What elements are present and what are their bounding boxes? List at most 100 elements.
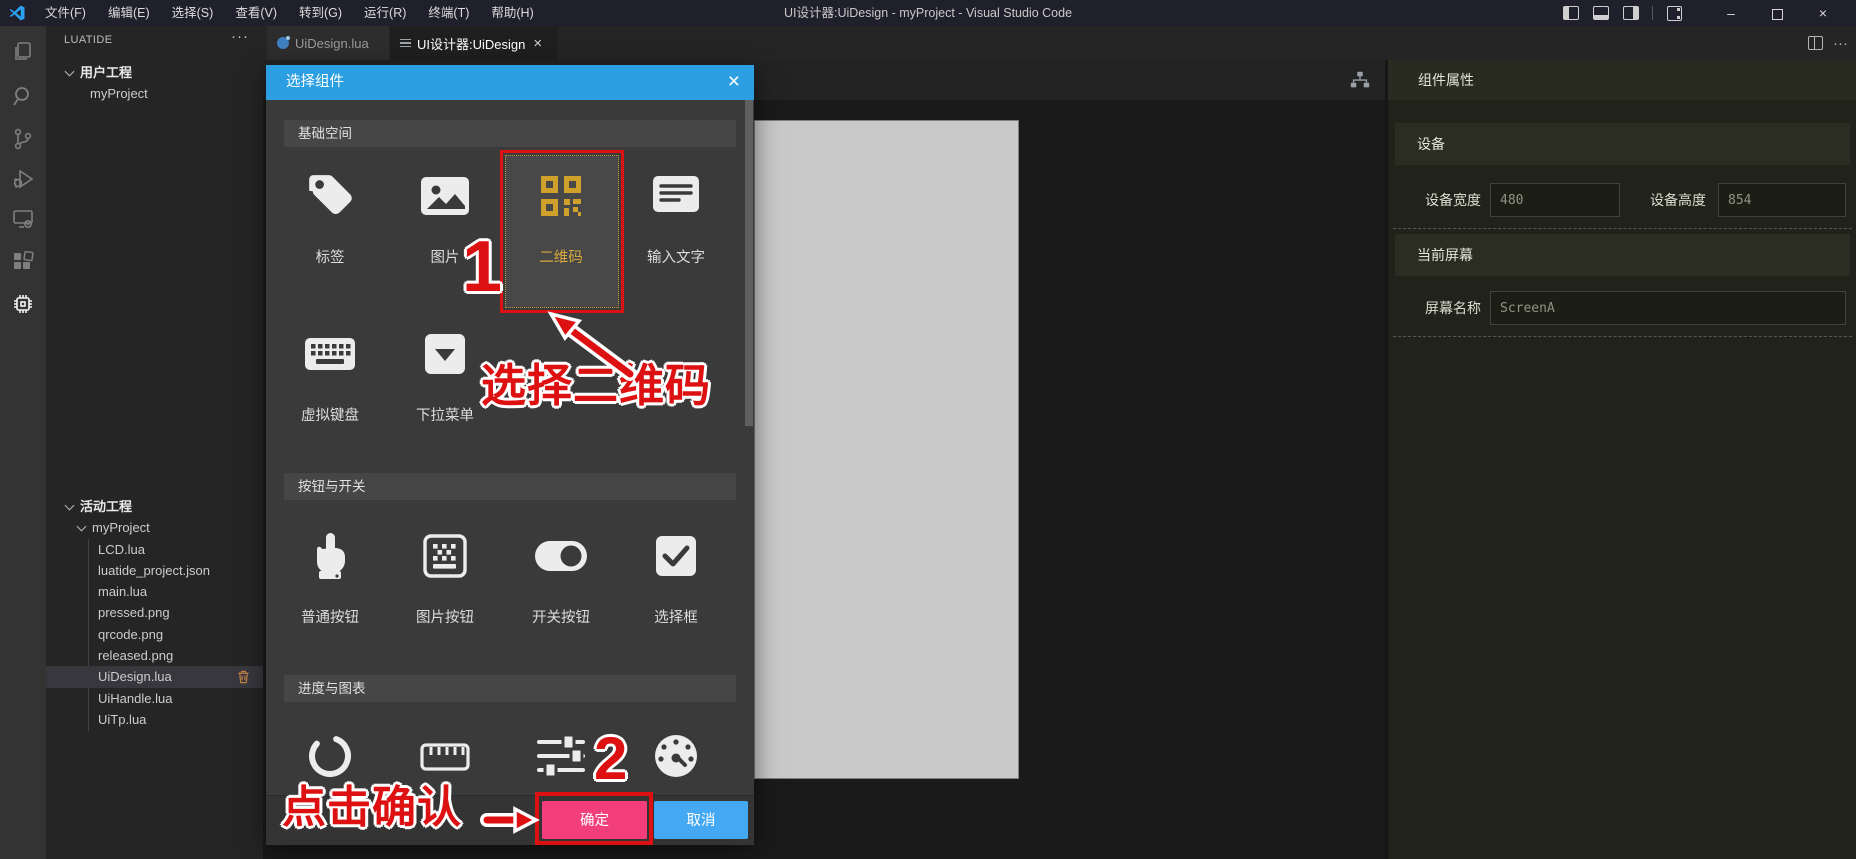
device-height-input[interactable] [1718, 183, 1846, 217]
tree-item-file[interactable]: pressed.png [46, 602, 263, 623]
image-button-icon [417, 528, 473, 584]
component-item-text-input[interactable]: 输入文字 [619, 168, 733, 267]
remote-explorer-icon[interactable] [11, 207, 35, 231]
component-item-ruler[interactable] [388, 728, 502, 784]
hierarchy-tree-icon[interactable] [1349, 69, 1371, 91]
menu-terminal[interactable]: 终端(T) [419, 0, 478, 26]
close-window-button[interactable]: × [1800, 0, 1846, 26]
dialog-footer: 确定 取消 [266, 795, 754, 845]
gauge-icon [648, 728, 704, 784]
tree-item-user-project[interactable]: 用户工程 [46, 62, 263, 83]
tree-item-file[interactable]: LCD.lua [46, 539, 263, 560]
explorer-icon[interactable] [11, 40, 35, 64]
keyboard-icon [302, 326, 358, 382]
component-item-image-button[interactable]: 图片按钮 [388, 528, 502, 627]
close-dialog-icon[interactable]: × [728, 65, 740, 98]
tab-ui-designer[interactable]: UI设计器:UiDesign × [390, 26, 558, 60]
tree-item-file[interactable]: released.png [46, 645, 263, 666]
component-item-button[interactable]: 普通按钮 [273, 528, 387, 627]
menu-help[interactable]: 帮助(H) [482, 0, 542, 26]
vscode-logo-icon [9, 5, 25, 21]
activity-bar [0, 26, 46, 859]
more-actions-icon[interactable]: ··· [1833, 35, 1848, 52]
vscode-window: 文件(F) 编辑(E) 选择(S) 查看(V) 转到(G) 运行(R) 终端(T… [0, 0, 1856, 859]
menu-selection[interactable]: 选择(S) [163, 0, 223, 26]
toggle-secondary-sidebar-icon[interactable] [1623, 6, 1639, 20]
toggle-sidebar-icon[interactable] [1563, 6, 1579, 20]
split-editor-icon[interactable] [1808, 36, 1823, 50]
component-item-checkbox[interactable]: 选择框 [619, 528, 733, 627]
screen-name-input[interactable] [1490, 291, 1846, 325]
screen-name-label: 屏幕名称 [1425, 300, 1481, 316]
panel-divider [1385, 60, 1388, 859]
minimize-button[interactable]: – [1708, 0, 1754, 26]
luatide-chip-icon[interactable] [11, 292, 35, 316]
tree-item-file[interactable]: luatide_project.json [46, 560, 263, 581]
tree-item-file[interactable]: UiTp.lua [46, 709, 263, 730]
more-actions-icon[interactable]: ··· [231, 28, 249, 45]
separator [1393, 336, 1852, 337]
tree-item-file[interactable]: main.lua [46, 581, 263, 602]
component-item-image[interactable]: 图片 [388, 168, 502, 267]
tree-item-active-project[interactable]: 活动工程 [46, 496, 263, 517]
image-icon [417, 168, 473, 224]
active-project-tree: 活动工程 myProject LCD.lua luatide_project.j… [46, 496, 263, 731]
device-width-label: 设备宽度 [1425, 192, 1481, 208]
device-width-input[interactable] [1490, 183, 1620, 217]
section-basic-header: 基础空间 [284, 120, 736, 147]
sliders-icon [533, 728, 589, 784]
component-item-spinner[interactable] [273, 728, 387, 784]
menu-view[interactable]: 查看(V) [226, 0, 286, 26]
toggle-panel-icon[interactable] [1593, 6, 1609, 20]
source-control-icon[interactable] [11, 127, 35, 151]
cancel-button[interactable]: 取消 [654, 801, 748, 839]
component-item-dropdown[interactable]: 下拉菜单 [388, 326, 502, 425]
component-item-gauge[interactable] [619, 728, 733, 784]
component-item-keyboard[interactable]: 虚拟键盘 [273, 326, 387, 425]
chevron-down-icon [64, 66, 75, 77]
section-buttons-header: 按钮与开关 [284, 473, 736, 500]
dialog-scrollbar[interactable] [745, 100, 753, 426]
text-input-icon [648, 168, 704, 224]
delete-file-icon[interactable] [236, 669, 251, 684]
annotation-box-ok-button [535, 792, 653, 845]
annotation-box-qrcode [500, 150, 624, 313]
component-item-tag[interactable]: 标签 [273, 168, 387, 267]
tree-item-file[interactable]: UiHandle.lua [46, 688, 263, 709]
search-icon[interactable] [11, 84, 35, 108]
sidebar-title: LUATIDE [64, 34, 113, 46]
menu-file[interactable]: 文件(F) [36, 0, 95, 26]
component-item-toggle[interactable]: 开关按钮 [504, 528, 618, 627]
dialog-header: 选择组件 × [266, 65, 754, 100]
tab-uidesign-lua[interactable]: UiDesign.lua [267, 26, 389, 60]
checkbox-icon [648, 528, 704, 584]
tree-item-myproject-user[interactable]: myProject [46, 83, 263, 104]
tab-label: UI设计器:UiDesign [417, 36, 526, 52]
separator [1393, 228, 1852, 229]
menu-edit[interactable]: 编辑(E) [99, 0, 159, 26]
ruler-icon [417, 728, 473, 784]
chevron-down-icon [64, 500, 75, 511]
section-progress-header: 进度与图表 [284, 675, 736, 702]
maximize-button[interactable] [1754, 0, 1800, 26]
device-screen-preview[interactable] [754, 120, 1019, 779]
tree-item-myproject-active[interactable]: myProject [46, 517, 263, 538]
component-item-sliders[interactable] [504, 728, 618, 784]
lua-file-icon [277, 36, 290, 49]
chevron-down-icon [76, 521, 87, 532]
tag-icon [302, 168, 358, 224]
extensions-icon[interactable] [11, 250, 35, 274]
tree-item-file-selected[interactable]: UiDesign.lua [46, 666, 263, 688]
toggle-icon [533, 528, 589, 584]
run-debug-icon[interactable] [11, 167, 35, 191]
ui-designer-icon [400, 38, 411, 48]
tab-label: UiDesign.lua [295, 35, 369, 51]
divider [1652, 6, 1653, 20]
customize-layout-icon[interactable] [1667, 5, 1682, 21]
properties-panel: 组件属性 设备 设备宽度 设备高度 当前屏幕 屏幕名称 [1388, 60, 1856, 859]
menu-go[interactable]: 转到(G) [290, 0, 351, 26]
close-tab-icon[interactable]: × [533, 35, 542, 52]
tree-item-file[interactable]: qrcode.png [46, 624, 263, 645]
menu-run[interactable]: 运行(R) [355, 0, 415, 26]
user-project-tree: 用户工程 myProject [46, 62, 263, 105]
